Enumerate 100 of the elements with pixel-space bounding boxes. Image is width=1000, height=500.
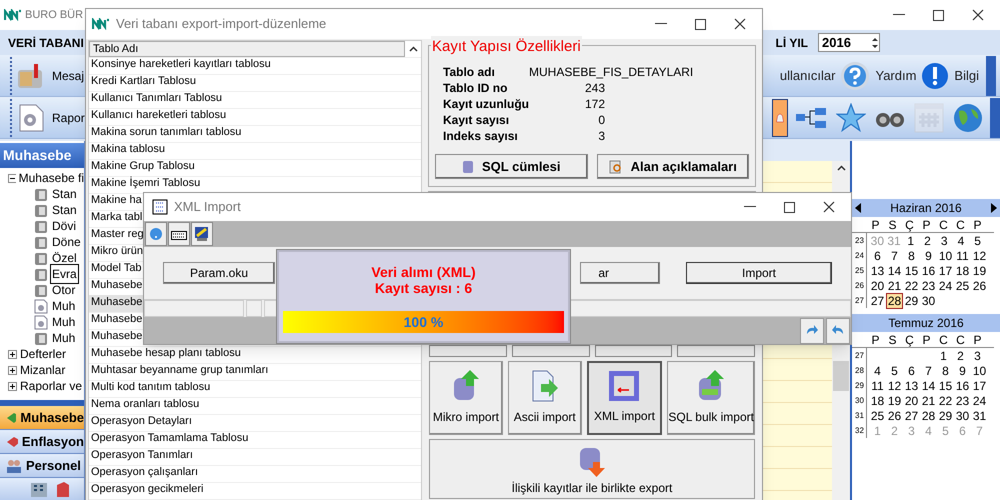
table-row[interactable]: Master reg bbox=[89, 227, 145, 244]
calendar-day[interactable]: 21 bbox=[886, 278, 903, 292]
calendar-day[interactable]: 28 bbox=[886, 292, 903, 308]
tree-item[interactable]: Mizanlar bbox=[20, 361, 66, 379]
calendar-day[interactable]: 15 bbox=[903, 264, 920, 278]
calendar-day[interactable]: 3 bbox=[936, 234, 953, 248]
maximize-icon[interactable] bbox=[933, 10, 944, 20]
close-icon[interactable] bbox=[734, 18, 746, 30]
nav-item[interactable]: Muhasebe bbox=[0, 406, 84, 430]
read-params-button[interactable]: Param.oku bbox=[163, 262, 275, 284]
tree-item[interactable]: Dövi bbox=[50, 217, 78, 235]
import-button[interactable]: SQL bulk import bbox=[667, 361, 755, 435]
calendar-day[interactable]: 4 bbox=[869, 364, 886, 378]
calendar-day[interactable]: 9 bbox=[954, 364, 971, 378]
undo-button[interactable] bbox=[826, 318, 850, 344]
calendar-day[interactable]: 12 bbox=[971, 248, 988, 262]
table-row[interactable]: Kullanıcı hareketleri tablosu bbox=[89, 108, 228, 125]
partially-hidden-button[interactable]: ar bbox=[580, 262, 660, 284]
calendar-day[interactable]: 16 bbox=[954, 378, 971, 392]
blank-button[interactable] bbox=[594, 345, 672, 357]
calendar-day[interactable]: 20 bbox=[903, 394, 920, 408]
table-row[interactable]: Marka tabl bbox=[89, 210, 144, 227]
toolbar-button[interactable]: Bilgi bbox=[921, 62, 979, 90]
table-row[interactable]: Makina sorun tanımları tablosu bbox=[89, 125, 242, 142]
tree-item[interactable]: Otor bbox=[50, 281, 78, 299]
table-row[interactable]: Muhasebe bbox=[89, 329, 144, 346]
calendar-day[interactable]: 29 bbox=[903, 294, 920, 308]
expand-icon[interactable] bbox=[8, 382, 17, 390]
table-row[interactable]: Muhasebe hesap planı tablosu bbox=[89, 346, 242, 363]
calendar-day[interactable]: 30 bbox=[920, 294, 937, 308]
import-button[interactable]: Import bbox=[686, 262, 832, 284]
calendar-day[interactable]: 17 bbox=[971, 378, 988, 392]
calendar-day[interactable]: 18 bbox=[954, 264, 971, 278]
calendar-day[interactable]: 26 bbox=[886, 408, 903, 422]
calendar-day[interactable]: 1 bbox=[935, 348, 952, 362]
calendar-day[interactable]: 25 bbox=[869, 408, 886, 422]
table-row[interactable]: Operasyon Detayları bbox=[89, 414, 193, 431]
calendar-day[interactable]: 2 bbox=[919, 234, 936, 248]
tree-item[interactable]: Muhasebe fi bbox=[18, 169, 84, 187]
spinner-icon[interactable] bbox=[871, 36, 879, 50]
close-icon[interactable] bbox=[823, 201, 835, 213]
maximize-icon[interactable] bbox=[784, 202, 795, 212]
calendar-day[interactable]: 13 bbox=[869, 264, 886, 278]
calendar-day[interactable]: 22 bbox=[937, 394, 954, 408]
calendar-day[interactable]: 26 bbox=[971, 278, 988, 292]
calendar-day[interactable]: 8 bbox=[903, 248, 920, 262]
table-row[interactable]: Operasyon gecikmeleri bbox=[89, 482, 204, 499]
calendar-day[interactable]: 6 bbox=[869, 248, 886, 262]
table-row[interactable]: Multi kod tanıtım tablosu bbox=[89, 380, 212, 397]
calendar-day[interactable]: 27 bbox=[869, 294, 886, 308]
table-row[interactable]: Makina tablosu bbox=[89, 142, 166, 159]
year-field[interactable]: 2016 bbox=[818, 33, 880, 52]
fields-button[interactable]: Alan açıklamaları bbox=[596, 154, 749, 179]
calendar-day[interactable]: 13 bbox=[903, 378, 920, 392]
calendar-day[interactable]: 29 bbox=[937, 408, 954, 422]
calendar-day[interactable]: 5 bbox=[886, 364, 903, 378]
maximize-icon[interactable] bbox=[695, 18, 706, 30]
scroll-up-icon[interactable] bbox=[408, 46, 418, 52]
table-row[interactable]: Muhtasar beyanname grup tanımları bbox=[89, 363, 270, 380]
calendar-day[interactable]: 25 bbox=[954, 278, 971, 292]
calendar-day[interactable]: 27 bbox=[903, 408, 920, 422]
tree-item[interactable]: Özel bbox=[50, 249, 79, 267]
table-row[interactable]: Operasyon çalışanları bbox=[89, 465, 199, 482]
calendar-day[interactable]: 5 bbox=[969, 234, 986, 248]
table-row[interactable]: Kullanıcı Tanımları Tablosu bbox=[89, 91, 224, 108]
calendar-day[interactable]: 18 bbox=[869, 394, 886, 408]
blank-button[interactable] bbox=[677, 345, 755, 357]
expand-icon[interactable] bbox=[8, 350, 17, 358]
minimize-icon[interactable] bbox=[744, 206, 756, 208]
calendar-day[interactable]: 22 bbox=[903, 278, 920, 292]
calendar-day[interactable]: 23 bbox=[920, 278, 937, 292]
table-row[interactable]: Muhasebe bbox=[89, 295, 144, 312]
table-row[interactable]: Operasyon Tanımları bbox=[89, 448, 194, 465]
table-row[interactable]: Operasyon Tamamlama Tablosu bbox=[89, 431, 250, 448]
previous-month-icon[interactable] bbox=[855, 203, 861, 213]
building-icon[interactable] bbox=[30, 481, 48, 497]
calendar-day[interactable]: 6 bbox=[903, 364, 920, 378]
calendar-day[interactable]: 11 bbox=[869, 378, 886, 392]
nav-item[interactable]: Personel bbox=[0, 454, 84, 478]
tree-item[interactable]: Defterler bbox=[20, 345, 66, 363]
calendar-day[interactable]: 14 bbox=[920, 378, 937, 392]
tree-item[interactable]: Muh bbox=[50, 313, 78, 331]
calendar-day[interactable]: 8 bbox=[937, 364, 954, 378]
toolbar-button[interactable]: Yardım bbox=[840, 60, 916, 90]
table-row[interactable]: Makine Grup Tablosu bbox=[89, 159, 196, 176]
toolbar-button[interactable]: ullanıcılar bbox=[780, 66, 836, 86]
calendar-day[interactable]: 17 bbox=[937, 264, 954, 278]
expand-icon[interactable] bbox=[8, 366, 17, 374]
minimize-icon[interactable] bbox=[893, 14, 905, 16]
calendar-day[interactable]: 30 bbox=[954, 408, 971, 422]
nav-item[interactable]: Enflasyon bbox=[0, 430, 84, 454]
toolbar-icon-button[interactable] bbox=[772, 98, 788, 136]
toolbar-gripper[interactable] bbox=[990, 98, 1000, 138]
table-row[interactable]: Muhasebe bbox=[89, 312, 144, 329]
tree-item[interactable]: Muh bbox=[50, 297, 78, 315]
blank-button[interactable] bbox=[512, 345, 590, 357]
table-row[interactable]: Makine ha bbox=[89, 193, 143, 210]
import-button[interactable]: Mikro import bbox=[429, 361, 503, 435]
redo-button[interactable] bbox=[800, 318, 824, 344]
table-row[interactable]: Makine İşemri Tablosu bbox=[89, 176, 202, 193]
